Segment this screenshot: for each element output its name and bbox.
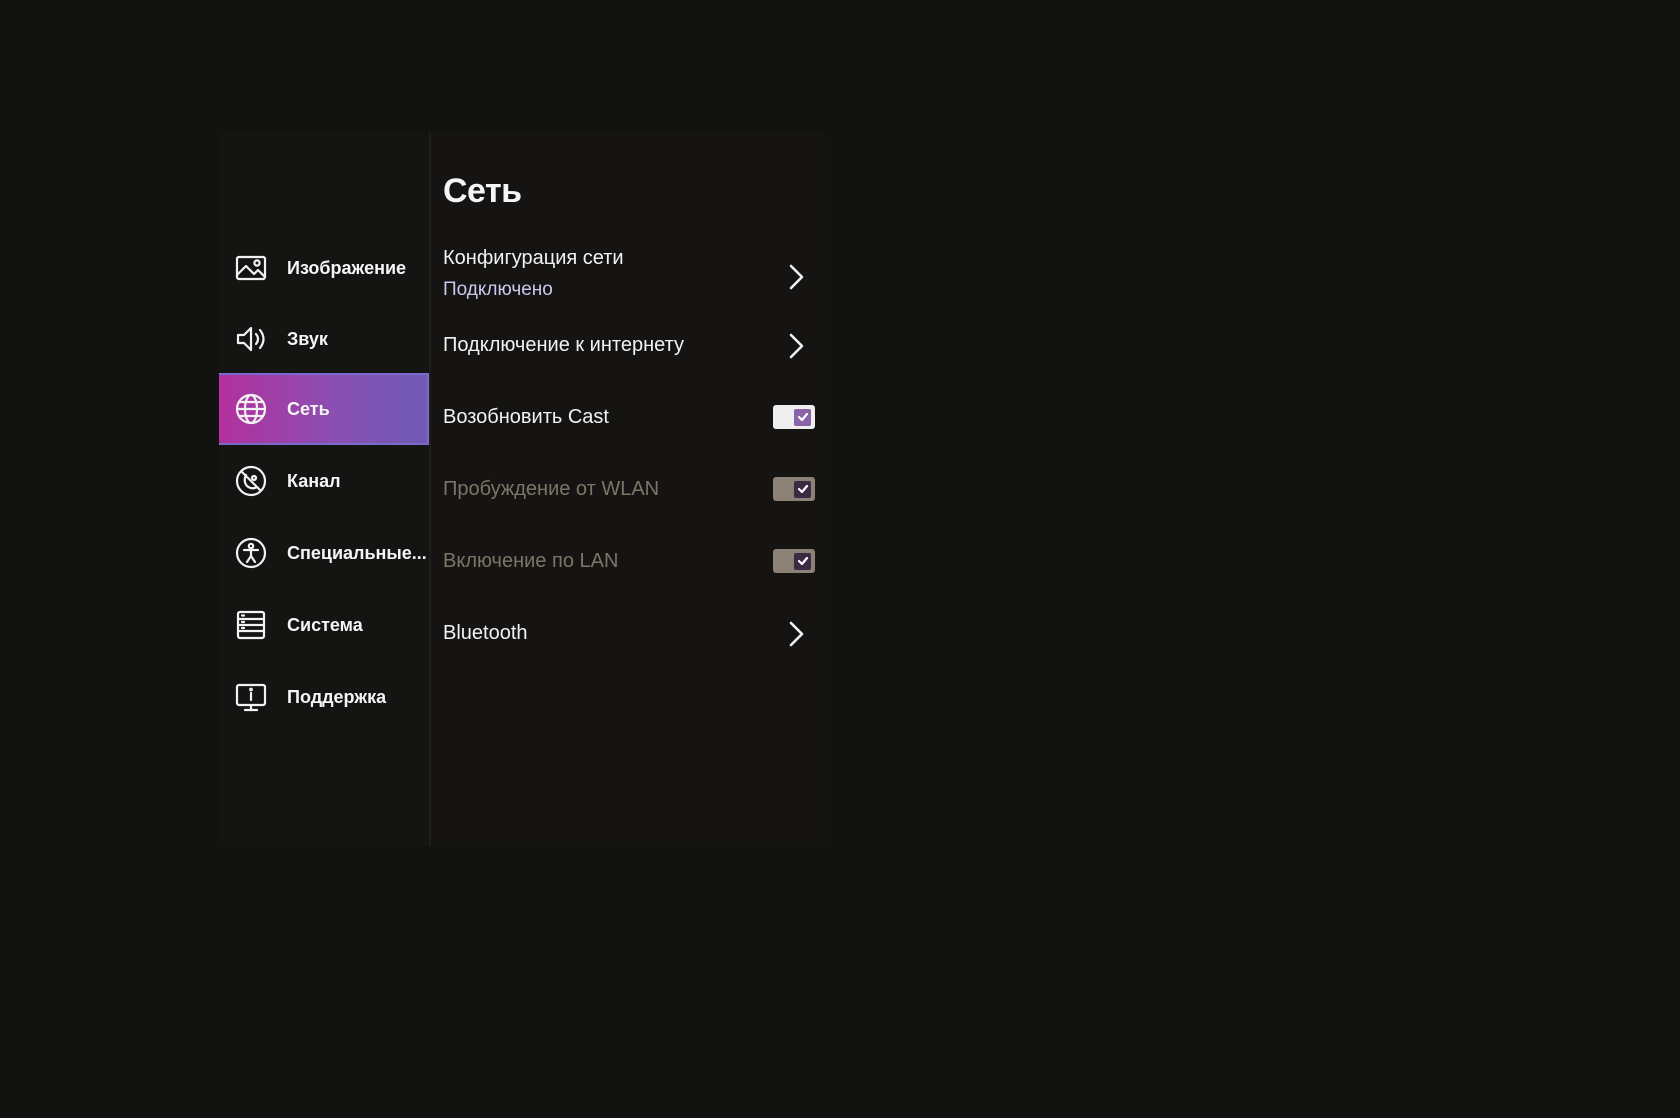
wake-on-wlan-toggle[interactable] bbox=[773, 477, 815, 501]
row-resume-cast[interactable]: Возобновить Cast bbox=[443, 403, 815, 475]
sidebar-item-label: Звук bbox=[287, 328, 328, 349]
sidebar-item-label: Система bbox=[287, 614, 363, 635]
row-internet-connection[interactable]: Подключение к интернету bbox=[443, 332, 815, 404]
chevron-right-icon bbox=[787, 263, 805, 291]
wake-on-lan-toggle[interactable] bbox=[773, 549, 815, 573]
sidebar-item-label: Изображение bbox=[287, 257, 407, 278]
sidebar-item-sound[interactable]: Звук bbox=[219, 303, 429, 375]
sidebar-item-system[interactable]: Система bbox=[219, 589, 429, 661]
sidebar-item-accessibility[interactable]: Специальные... bbox=[219, 517, 429, 589]
row-label: Конфигурация сети bbox=[443, 247, 624, 269]
sidebar-item-label: Специальные... bbox=[287, 542, 427, 563]
row-label: Включение по LAN bbox=[443, 550, 619, 572]
row-wake-on-wlan[interactable]: Пробуждение от WLAN bbox=[443, 475, 815, 547]
support-monitor-icon bbox=[233, 679, 269, 715]
row-status: Подключено bbox=[443, 279, 553, 300]
sidebar-item-network[interactable]: Сеть bbox=[219, 373, 429, 445]
accessibility-icon bbox=[233, 535, 269, 571]
sidebar-item-label: Канал bbox=[287, 470, 341, 491]
settings-sidebar: Изображение Звук Сеть Канал Специальные.… bbox=[219, 132, 429, 846]
sidebar-item-support[interactable]: Поддержка bbox=[219, 661, 429, 733]
panel-divider bbox=[429, 132, 431, 846]
sidebar-item-channel[interactable]: Канал bbox=[219, 445, 429, 517]
row-label: Подключение к интернету bbox=[443, 334, 684, 356]
network-settings-content: Сеть Конфигурация сети Подключено Подклю… bbox=[443, 132, 823, 846]
chevron-right-icon bbox=[787, 620, 805, 648]
image-icon bbox=[233, 250, 269, 286]
page-title: Сеть bbox=[443, 172, 522, 210]
row-wake-on-lan[interactable]: Включение по LAN bbox=[443, 547, 815, 619]
sidebar-item-label: Сеть bbox=[287, 398, 330, 419]
row-bluetooth[interactable]: Bluetooth bbox=[443, 619, 815, 691]
checkmark-icon bbox=[794, 480, 811, 498]
antenna-icon bbox=[233, 463, 269, 499]
sidebar-item-image[interactable]: Изображение bbox=[219, 232, 429, 304]
row-label: Пробуждение от WLAN bbox=[443, 478, 660, 500]
row-network-config[interactable]: Конфигурация сети Подключено bbox=[443, 247, 815, 319]
globe-icon bbox=[233, 391, 269, 427]
row-label: Возобновить Cast bbox=[443, 406, 609, 428]
checkmark-icon bbox=[794, 552, 811, 570]
system-list-icon bbox=[233, 607, 269, 643]
chevron-right-icon bbox=[787, 332, 805, 360]
sidebar-item-label: Поддержка bbox=[287, 686, 387, 707]
settings-panel: Изображение Звук Сеть Канал Специальные.… bbox=[219, 132, 826, 846]
checkmark-icon bbox=[794, 408, 811, 426]
speaker-icon bbox=[233, 321, 269, 357]
resume-cast-toggle[interactable] bbox=[773, 405, 815, 429]
row-label: Bluetooth bbox=[443, 622, 528, 644]
